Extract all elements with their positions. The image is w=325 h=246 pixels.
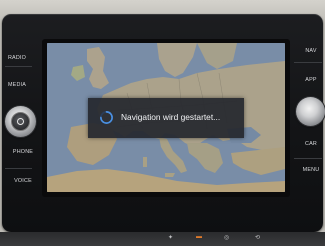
defrost-icon[interactable]: ◎ [224, 234, 229, 241]
recirculate-icon[interactable]: ⟲ [255, 234, 260, 241]
app-button[interactable]: APP [297, 77, 325, 83]
menu-button[interactable]: MENU [297, 167, 325, 173]
heat-icon[interactable]: ▬ [196, 234, 202, 240]
navigation-map[interactable]: Navigation wird gestartet... [47, 43, 285, 192]
phone-button[interactable]: PHONE [9, 149, 37, 155]
climate-panel-edge [0, 232, 325, 246]
nav-button[interactable]: NAV [297, 48, 325, 54]
power-icon [17, 118, 24, 125]
loading-message: Navigation wird gestartet... [121, 112, 221, 122]
loading-spinner-icon [100, 111, 113, 124]
divider [294, 158, 322, 159]
voice-button[interactable]: VOICE [9, 178, 37, 184]
divider [5, 168, 32, 169]
volume-knob[interactable] [5, 106, 36, 137]
fan-icon[interactable]: ✦ [168, 234, 173, 241]
car-button[interactable]: CAR [297, 141, 325, 147]
tune-knob[interactable] [296, 97, 325, 126]
media-button[interactable]: MEDIA [3, 82, 31, 88]
divider [5, 66, 32, 67]
loading-dialog: Navigation wird gestartet... [88, 98, 244, 138]
radio-button[interactable]: RADIO [3, 55, 31, 61]
power-button[interactable] [11, 112, 30, 131]
divider [294, 62, 322, 63]
